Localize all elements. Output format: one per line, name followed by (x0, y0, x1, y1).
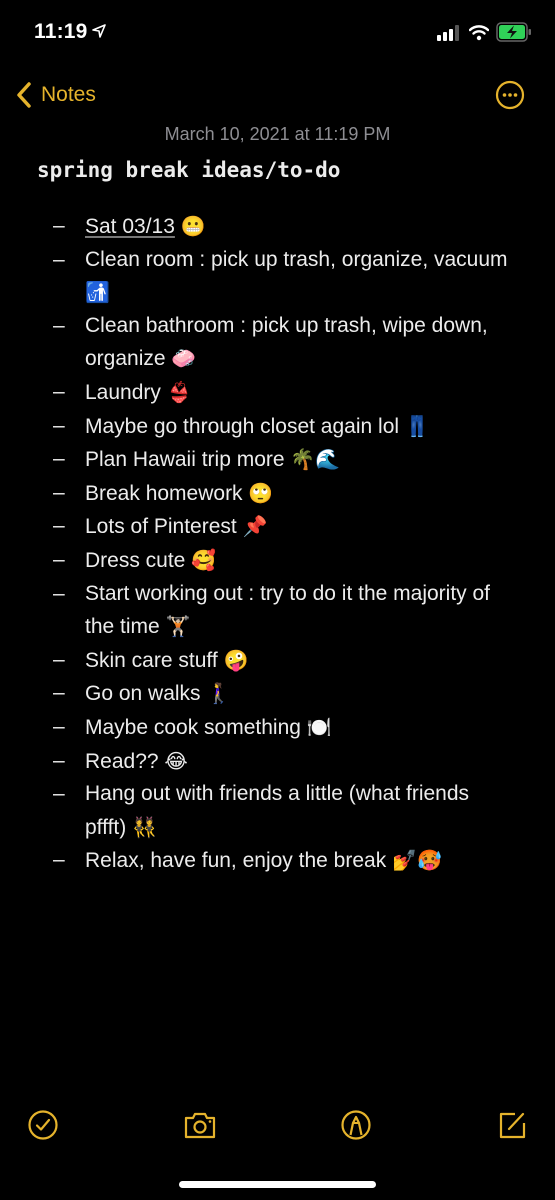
back-label: Notes (41, 83, 96, 106)
bullet-dash: – (53, 247, 65, 271)
emoji-icon: 🧼 (171, 346, 197, 371)
emoji-icon: 🤪 (223, 647, 249, 672)
bullet-dash: – (53, 214, 65, 237)
home-indicator[interactable] (179, 1181, 376, 1188)
list-item-text: Lots of Pinterest (85, 515, 237, 539)
emoji-icon: 📌 (242, 514, 268, 539)
emoji-icon: 🚶‍♀️ (206, 681, 232, 706)
wifi-icon (469, 25, 489, 41)
list-item[interactable]: – Lots of Pinterest 📌 (0, 510, 555, 544)
list-item[interactable]: – Sat 03/13 😬 (0, 210, 555, 244)
list-item-text: Read?? (85, 749, 159, 773)
list-item[interactable]: – Clean room : pick up trash, organize, v… (0, 244, 555, 310)
compose-icon[interactable] (495, 1108, 529, 1142)
checklist-circle-icon[interactable] (26, 1108, 60, 1142)
emoji-icon: 🙄 (248, 480, 274, 505)
bottom-toolbar (0, 1108, 555, 1142)
bullet-dash: – (53, 514, 65, 538)
list-item[interactable]: – Hang out with friends a little (what fr… (0, 778, 555, 844)
chevron-left-icon (17, 82, 31, 108)
list-item-text: Clean bathroom : pick up trash, wipe dow… (85, 313, 488, 371)
list-item[interactable]: – Laundry 👙 (0, 376, 555, 410)
emoji-icon: 👖 (404, 413, 430, 438)
emoji-icon: 💅🥵 (392, 848, 442, 873)
note-title[interactable]: spring break ideas/to-do (37, 158, 340, 182)
list-item[interactable]: – Relax, have fun, enjoy the break 💅🥵 (0, 844, 555, 878)
emoji-icon: 🏋🏻 (165, 614, 191, 639)
emoji-icon: 🥰 (191, 547, 217, 572)
list-item[interactable]: – Clean bathroom : pick up trash, wipe do… (0, 310, 555, 376)
list-item[interactable]: – Start working out : try to do it the ma… (0, 578, 555, 644)
bullet-dash: – (53, 848, 65, 872)
bullet-dash: – (53, 581, 65, 605)
emoji-icon: 🌴🌊 (290, 447, 341, 472)
list-item-text: Laundry (85, 380, 161, 404)
list-item-text: Go on walks (85, 682, 201, 706)
cellular-signal-icon (437, 25, 459, 41)
bullet-dash: – (53, 447, 65, 471)
ellipsis-circle-icon[interactable] (495, 80, 525, 110)
note-list[interactable]: – Sat 03/13 😬 – Clean room : pick up trash,… (0, 210, 555, 878)
status-bar: 11:19 (0, 0, 555, 60)
emoji-icon: 👙 (166, 379, 192, 404)
list-item-text: Dress cute (85, 548, 186, 572)
bullet-dash: – (53, 379, 65, 403)
emoji-icon: 😬 (180, 214, 206, 238)
list-item-text: Maybe go through closet again lol (85, 414, 400, 438)
emoji-icon: 🍽️ (306, 714, 332, 739)
emoji-icon: 😂 (164, 748, 188, 773)
bullet-dash: – (53, 782, 65, 806)
bullet-dash: – (53, 547, 65, 571)
emoji-icon: 🚮 (85, 280, 110, 305)
bullet-dash: – (53, 748, 65, 772)
list-item[interactable]: – Break homework 🙄 (0, 477, 555, 511)
list-item-text: Sat 03/13 (85, 215, 175, 238)
status-time: 11:19 (34, 20, 88, 43)
battery-charging-icon (496, 22, 531, 42)
list-item-text: Start working out : try to do it the maj… (85, 581, 490, 639)
list-item[interactable]: – Read?? 😂 (0, 745, 555, 779)
list-item-text: Relax, have fun, enjoy the break (85, 849, 387, 873)
list-item[interactable]: – Go on walks 🚶‍♀️ (0, 677, 555, 711)
location-arrow-icon (92, 24, 106, 38)
list-item-text: Plan Hawaii trip more (85, 448, 285, 472)
list-item-text: Maybe cook something (85, 715, 301, 739)
camera-icon[interactable] (183, 1108, 217, 1142)
note-date: March 10, 2021 at 11:19 PM (164, 124, 391, 144)
list-item[interactable]: – Maybe go through closet again lol 👖 (0, 410, 555, 444)
markup-pen-circle-icon[interactable] (339, 1108, 373, 1142)
list-item[interactable]: – Plan Hawaii trip more 🌴🌊 (0, 443, 555, 477)
bullet-dash: – (53, 313, 65, 337)
list-item[interactable]: – Dress cute 🥰 (0, 544, 555, 578)
bullet-dash: – (53, 681, 65, 705)
bullet-dash: – (53, 480, 65, 504)
list-item[interactable]: – Skin care stuff 🤪 (0, 644, 555, 678)
emoji-icon: 👯 (132, 814, 158, 839)
list-item-text: Clean room : pick up trash, organize, va… (85, 247, 508, 271)
navigation-bar: Notes (0, 78, 555, 112)
back-to-notes-button[interactable]: Notes (16, 78, 96, 112)
list-item-text: Skin care stuff (85, 648, 218, 672)
bullet-dash: – (53, 647, 65, 671)
list-item-text: Break homework (85, 481, 243, 505)
bullet-dash: – (53, 413, 65, 437)
bullet-dash: – (53, 714, 65, 738)
list-item[interactable]: – Maybe cook something 🍽️ (0, 711, 555, 745)
